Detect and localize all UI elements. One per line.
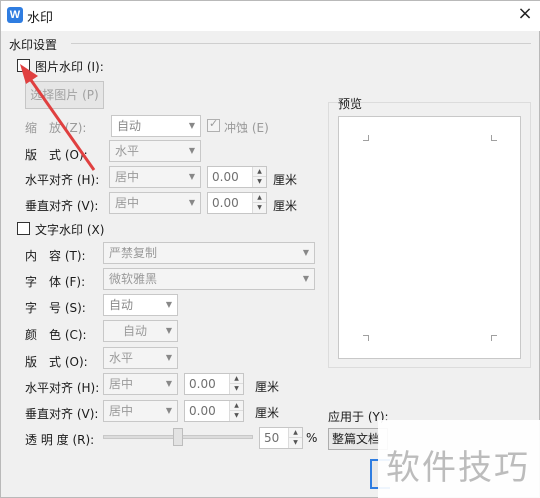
overlay-watermark-text: 软件技巧	[386, 448, 530, 488]
arrow-shaft	[24, 72, 96, 171]
arrow-head	[20, 64, 38, 84]
